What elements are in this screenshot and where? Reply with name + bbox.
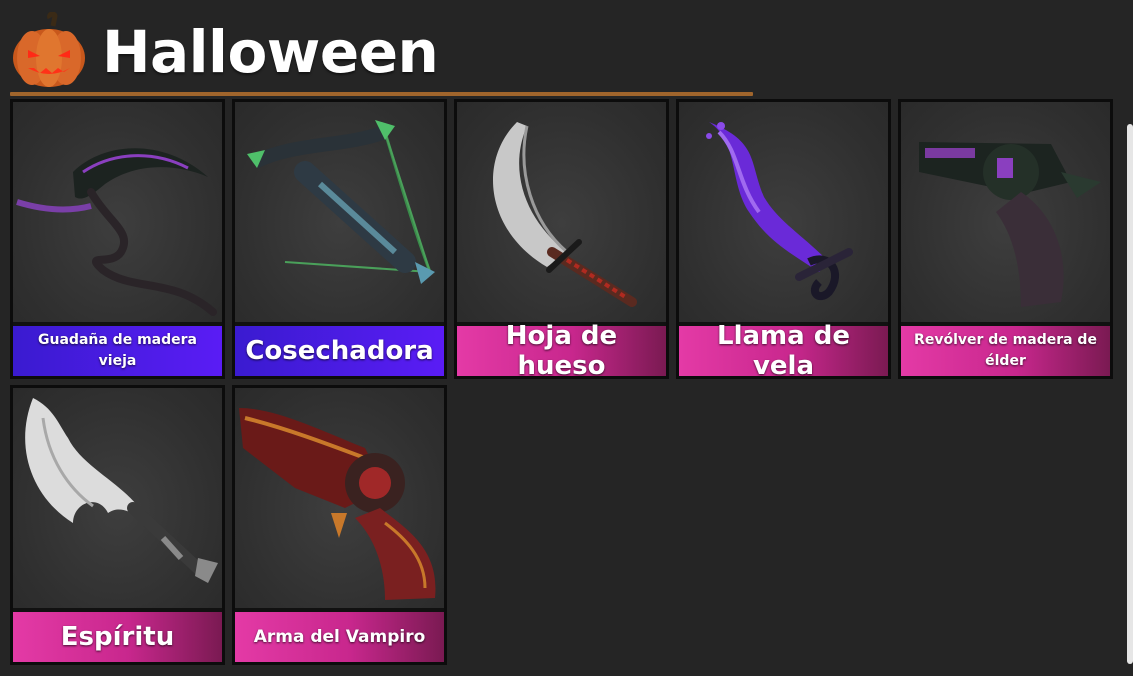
item-name: Guadaña de madera vieja <box>13 326 222 376</box>
item-card[interactable]: Cosechadora <box>232 99 447 379</box>
item-name: Hoja de hueso <box>457 321 666 381</box>
item-name: Llama de vela <box>679 321 888 381</box>
title-divider <box>10 92 753 96</box>
item-thumbnail <box>235 102 444 322</box>
crossbow-icon <box>247 120 435 284</box>
item-thumbnail <box>13 388 222 608</box>
item-card[interactable]: Hoja de hueso <box>454 99 669 381</box>
item-card[interactable]: Guadaña de madera vieja <box>10 99 225 379</box>
item-thumbnail <box>235 388 444 608</box>
item-card[interactable]: Llama de vela <box>676 99 891 381</box>
item-thumbnail <box>679 102 888 322</box>
page-title: Halloween <box>102 18 439 86</box>
scythe-icon <box>16 148 217 316</box>
item-thumbnail <box>901 102 1110 322</box>
item-thumbnail <box>457 102 666 322</box>
item-name: Arma del Vampiro <box>235 612 444 662</box>
item-name: Espíritu <box>13 612 222 662</box>
scrollbar[interactable] <box>1127 124 1133 664</box>
pumpkin-icon <box>13 12 85 87</box>
item-card[interactable]: Espíritu <box>10 385 225 665</box>
item-card[interactable]: Revólver de madera de élder <box>898 99 1113 379</box>
spirit-knife-icon <box>25 398 218 583</box>
item-name: Cosechadora <box>235 326 444 376</box>
item-card[interactable]: Arma del Vampiro <box>232 385 447 665</box>
item-name: Revólver de madera de élder <box>901 326 1110 376</box>
revolver-icon <box>919 142 1101 307</box>
bone-sword-icon <box>493 122 637 307</box>
item-thumbnail <box>13 102 222 322</box>
header: Halloween <box>0 0 760 96</box>
vampire-gun-icon <box>239 408 436 600</box>
flame-sword-icon <box>706 122 853 301</box>
